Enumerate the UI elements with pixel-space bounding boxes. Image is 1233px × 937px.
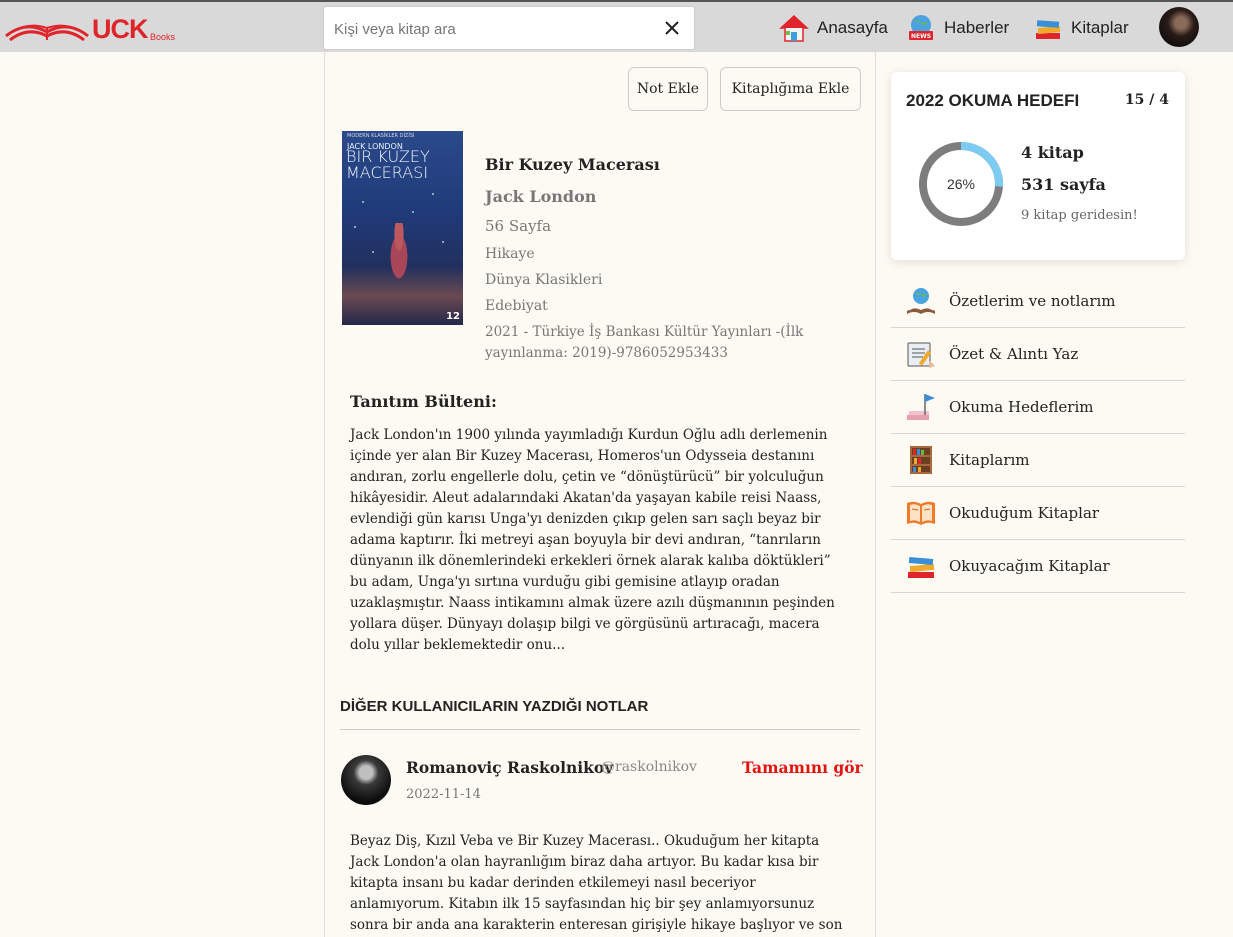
book-cover[interactable]: MODERN KLASİKLER DİZİSİ JACK LONDON BİR … bbox=[342, 131, 463, 325]
menu-item-my-books[interactable]: Kitaplarım bbox=[891, 434, 1185, 487]
reading-goal-card[interactable]: 2022 OKUMA HEDEFI 15 / 4 26% 4 kitap 531… bbox=[891, 72, 1185, 260]
blurb-text: Jack London'ın 1900 yılında yayımladığı … bbox=[350, 427, 835, 653]
open-book-icon bbox=[907, 501, 935, 525]
note-author-handle: @raskolnikov bbox=[601, 759, 697, 775]
close-icon[interactable] bbox=[662, 18, 682, 38]
book-pages: 56 Sayfa bbox=[485, 217, 552, 235]
logo-text: UCK bbox=[92, 14, 148, 44]
nav-news-label: Haberler bbox=[944, 18, 1010, 37]
search-box bbox=[323, 6, 695, 50]
add-to-library-button[interactable]: Kitaplığıma Ekle bbox=[720, 67, 861, 111]
books-icon bbox=[1036, 20, 1061, 39]
home-icon bbox=[779, 14, 809, 42]
book-stack-icon bbox=[908, 556, 935, 578]
menu-item-read-books[interactable]: Okuduğum Kitaplar bbox=[891, 487, 1185, 540]
goal-ratio: 15 / 4 bbox=[1124, 92, 1169, 108]
goal-title: 2022 OKUMA HEDEFI bbox=[906, 91, 1080, 110]
book-genre-3: Edebiyat bbox=[485, 298, 548, 314]
menu-item-label: Kitaplarım bbox=[949, 451, 1030, 469]
menu-item-label: Özet & Alıntı Yaz bbox=[949, 345, 1079, 363]
menu-item-reading-goals[interactable]: Okuma Hedeflerim bbox=[891, 381, 1185, 434]
top-bar: UCK Books Anasayfa NEWS Haberler bbox=[0, 0, 1233, 52]
note-author-name[interactable]: Romanoviç Raskolnikov bbox=[406, 758, 613, 777]
nav-home-label: Anasayfa bbox=[817, 18, 888, 37]
user-avatar[interactable] bbox=[1159, 7, 1199, 47]
book-detail-panel: Not Ekle Kitaplığıma Ekle MODERN KLASİKL… bbox=[324, 52, 876, 937]
book-publication: 2021 - Türkiye İş Bankası Kültür Yayınla… bbox=[485, 324, 804, 361]
nav-books[interactable]: Kitaplar bbox=[1033, 12, 1129, 44]
cover-price: 12 bbox=[446, 311, 460, 322]
menu-item-label: Okuma Hedeflerim bbox=[949, 398, 1094, 416]
nav-news[interactable]: NEWS Haberler bbox=[906, 12, 1009, 44]
menu-item-label: Okuyacağım Kitaplar bbox=[949, 557, 1110, 575]
book-genre-2: Dünya Klasikleri bbox=[485, 272, 603, 288]
globe-book-icon bbox=[907, 288, 935, 314]
notes-heading: DİĞER KULLANICILARIN YAZDIĞI NOTLAR bbox=[340, 698, 649, 715]
book-author[interactable]: Jack London bbox=[485, 187, 596, 206]
book-title: Bir Kuzey Macerası bbox=[485, 155, 660, 174]
goal-flag-icon bbox=[907, 394, 935, 420]
note-text: Beyaz Diş, Kızıl Veba ve Bir Kuzey Macer… bbox=[350, 833, 843, 933]
cover-title: BİR KUZEY MACERASI bbox=[346, 147, 430, 182]
nav-books-label: Kitaplar bbox=[1071, 18, 1129, 37]
note-author-avatar[interactable] bbox=[341, 755, 391, 805]
blurb-heading: Tanıtım Bülteni: bbox=[350, 392, 497, 411]
logo-subtext: Books bbox=[150, 32, 176, 42]
cover-series: MODERN KLASİKLER DİZİSİ bbox=[347, 133, 415, 139]
book-genre-1: Hikaye bbox=[485, 246, 535, 262]
write-notes-icon bbox=[907, 342, 935, 368]
add-note-button[interactable]: Not Ekle bbox=[628, 67, 708, 111]
open-book-logo-icon bbox=[5, 24, 89, 42]
notes-divider bbox=[340, 729, 860, 730]
side-menu: Özetlerim ve notlarım Özet & Alıntı Yaz … bbox=[891, 275, 1185, 593]
note-date: 2022-11-14 bbox=[406, 787, 481, 802]
menu-item-write-summary[interactable]: Özet & Alıntı Yaz bbox=[891, 328, 1185, 381]
menu-item-label: Okuduğum Kitaplar bbox=[949, 504, 1100, 522]
goal-pages: 531 sayfa bbox=[1021, 175, 1106, 194]
svg-text:NEWS: NEWS bbox=[911, 33, 931, 40]
news-icon: NEWS bbox=[909, 15, 933, 40]
nav-home[interactable]: Anasayfa bbox=[779, 12, 888, 44]
cover-figure bbox=[386, 223, 412, 279]
goal-behind-text: 9 kitap geridesin! bbox=[1021, 208, 1138, 223]
search-input[interactable] bbox=[334, 15, 654, 43]
bookshelf-icon bbox=[910, 446, 932, 474]
goal-percent: 26% bbox=[946, 176, 976, 192]
see-all-link[interactable]: Tamamını gör bbox=[742, 758, 863, 777]
menu-item-to-read-books[interactable]: Okuyacağım Kitaplar bbox=[891, 540, 1185, 593]
menu-item-label: Özetlerim ve notlarım bbox=[949, 292, 1116, 310]
menu-item-summaries[interactable]: Özetlerim ve notlarım bbox=[891, 275, 1185, 328]
goal-books: 4 kitap bbox=[1021, 143, 1084, 162]
uck-books-logo[interactable]: UCK Books bbox=[4, 14, 176, 44]
